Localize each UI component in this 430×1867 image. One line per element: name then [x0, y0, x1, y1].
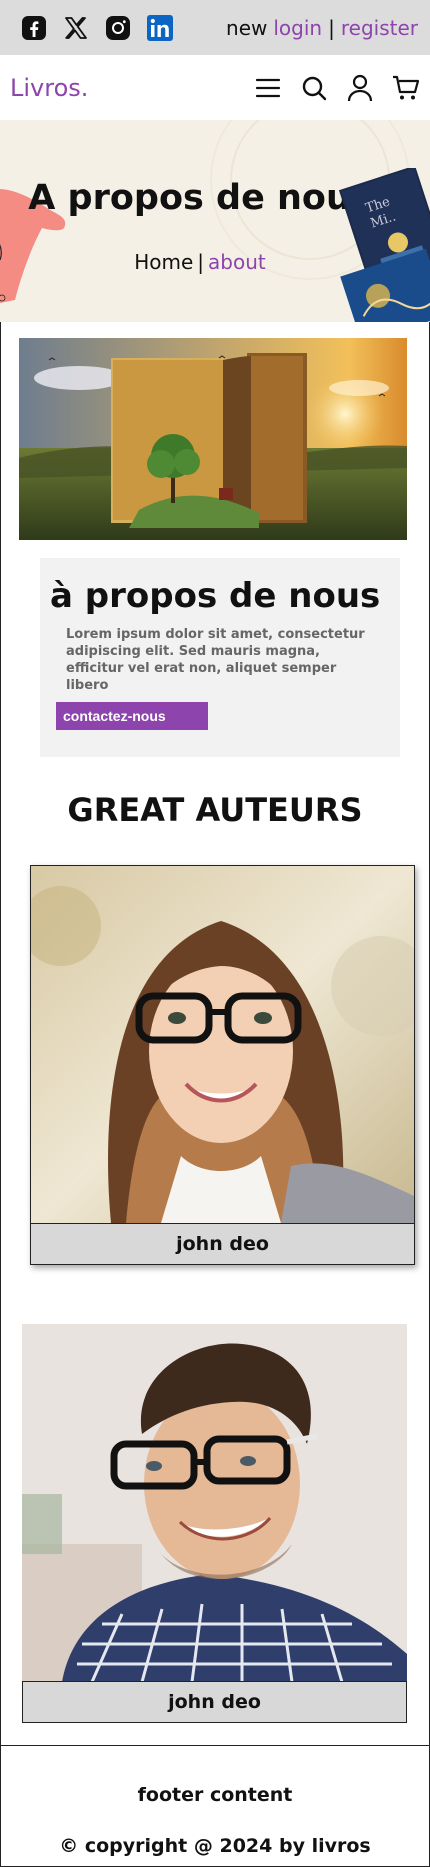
login-link[interactable]: login: [273, 16, 322, 40]
site-header: Livros.: [0, 55, 430, 120]
social-links: [20, 14, 174, 42]
register-link[interactable]: register: [341, 16, 418, 40]
footer-content: footer content: [137, 1784, 293, 1806]
author-photo: [31, 866, 414, 1223]
site-footer: footer content © copyright @ 2024 by liv…: [0, 1745, 430, 1867]
menu-icon[interactable]: [254, 74, 282, 102]
breadcrumb-home[interactable]: Home: [134, 250, 193, 274]
hero-image: [19, 338, 407, 540]
about-title: à propos de nous: [50, 576, 381, 616]
cart-icon[interactable]: [392, 74, 420, 102]
auth-separator: |: [328, 15, 335, 40]
user-icon[interactable]: [346, 74, 374, 102]
about-section: à propos de nous Lorem ipsum dolor sit a…: [40, 558, 400, 757]
contact-button[interactable]: contactez-nous: [56, 702, 208, 730]
copyright-text: © copyright @ 2024 by livros: [59, 1835, 371, 1857]
page-banner: A propos de nous Home | about The Mi..: [0, 120, 430, 322]
top-bar: new login | register: [0, 0, 430, 55]
instagram-icon[interactable]: [104, 14, 132, 42]
auth-links: new login | register: [226, 16, 418, 40]
facebook-icon[interactable]: [20, 14, 48, 42]
site-logo[interactable]: Livros.: [10, 74, 88, 102]
books-illustration: The Mi..: [336, 165, 430, 322]
about-text: Lorem ipsum dolor sit amet, consectetur …: [66, 627, 365, 693]
author-card[interactable]: john deo: [22, 1324, 407, 1723]
breadcrumb-separator: |: [197, 250, 205, 274]
header-icons: [254, 74, 420, 102]
authors-title: GREAT AUTEURS: [67, 791, 363, 829]
breadcrumb-current: about: [208, 250, 266, 274]
author-photo: [22, 1324, 407, 1682]
author-name: john deo: [30, 1223, 415, 1265]
author-card[interactable]: john deo: [30, 865, 415, 1265]
author-name: john deo: [22, 1681, 407, 1723]
new-label: new: [226, 15, 268, 40]
x-icon[interactable]: [62, 14, 90, 42]
search-icon[interactable]: [300, 74, 328, 102]
linkedin-icon[interactable]: [146, 14, 174, 42]
